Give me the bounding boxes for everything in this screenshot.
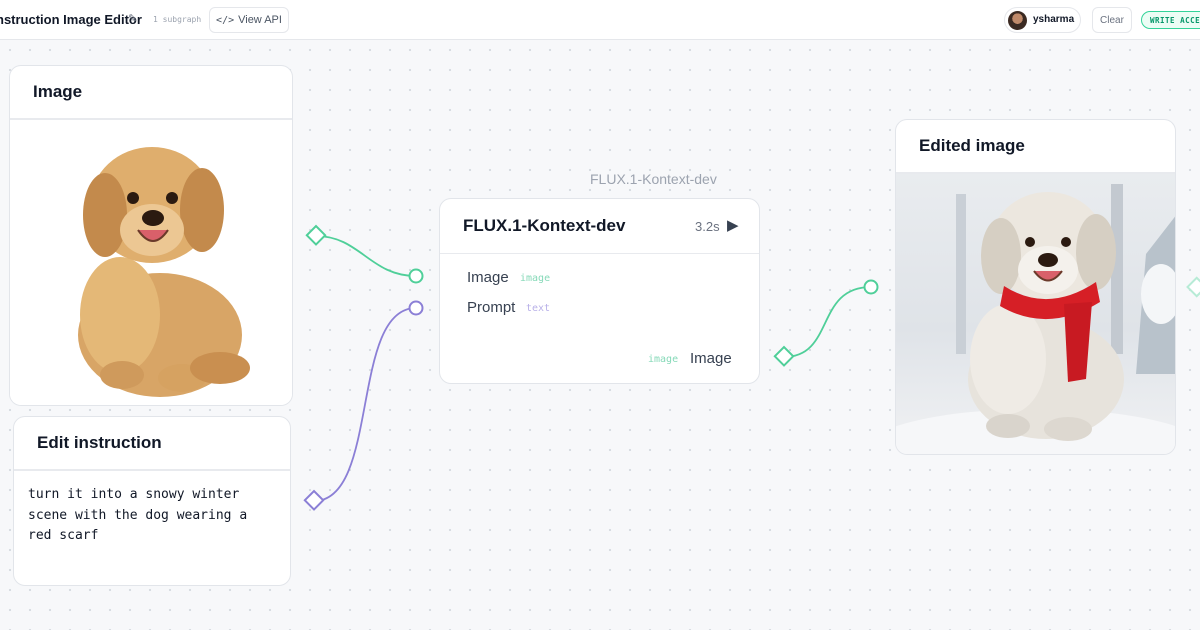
flux-image-input-port[interactable] [408, 268, 424, 284]
view-api-label: View API [238, 14, 282, 26]
clear-button[interactable]: Clear [1092, 7, 1132, 33]
flux-output-image-label: Image [690, 350, 732, 367]
edited-image-output-port[interactable] [1186, 276, 1200, 298]
top-bar: nstruction Image Editor ✎ 1 subgraph </>… [0, 0, 1200, 40]
avatar [1008, 11, 1027, 30]
snowy-puppy-image [896, 184, 1175, 454]
view-api-button[interactable]: </> View API [209, 7, 289, 33]
image-node-title: Image [10, 66, 292, 120]
flux-image-output-port[interactable] [773, 345, 795, 367]
flux-model-node[interactable]: FLUX.1-Kontext-dev 3.2s ▶ Image image Pr… [439, 198, 760, 384]
puppy-image [78, 147, 250, 397]
image-wire [315, 235, 417, 277]
output-wire [783, 286, 872, 358]
edit-instruction-node[interactable]: Edit instruction turn it into a snowy wi… [13, 416, 291, 586]
image-output-port[interactable] [305, 224, 327, 246]
flux-node-caption: FLUX.1-Kontext-dev [590, 171, 717, 187]
user-menu[interactable]: ysharma [1004, 7, 1081, 33]
run-duration: 3.2s [695, 219, 720, 234]
code-icon: </> [216, 14, 235, 26]
image-input-node[interactable]: Image [9, 65, 293, 406]
flux-prompt-input-port[interactable] [408, 300, 424, 316]
instruction-textarea[interactable]: turn it into a snowy winter scene with t… [14, 471, 264, 547]
flux-input-image-label: Image [467, 269, 509, 286]
play-icon[interactable]: ▶ [727, 216, 739, 234]
flux-input-image-type: image [520, 273, 551, 284]
input-image[interactable] [10, 120, 292, 405]
edited-image-node[interactable]: Edited image [895, 119, 1176, 455]
edited-image[interactable] [896, 174, 1175, 454]
edited-image-input-port[interactable] [863, 279, 879, 295]
instruction-node-title: Edit instruction [14, 417, 290, 471]
flux-node-title: FLUX.1-Kontext-dev [463, 216, 626, 235]
subgraph-count: 1 subgraph [153, 15, 202, 24]
instruction-output-port[interactable] [303, 489, 325, 511]
username: ysharma [1033, 14, 1075, 25]
app-title: nstruction Image Editor [0, 12, 142, 27]
pencil-icon[interactable]: ✎ [128, 12, 137, 25]
access-badge: WRITE ACCESS [1141, 11, 1200, 29]
prompt-wire [313, 307, 417, 502]
flux-input-prompt-type: text [526, 303, 551, 314]
flux-input-prompt-label: Prompt [467, 299, 516, 316]
flux-node-header: FLUX.1-Kontext-dev 3.2s ▶ [440, 199, 759, 254]
flux-output-image-type: image [648, 354, 679, 365]
edited-image-title: Edited image [896, 120, 1175, 174]
